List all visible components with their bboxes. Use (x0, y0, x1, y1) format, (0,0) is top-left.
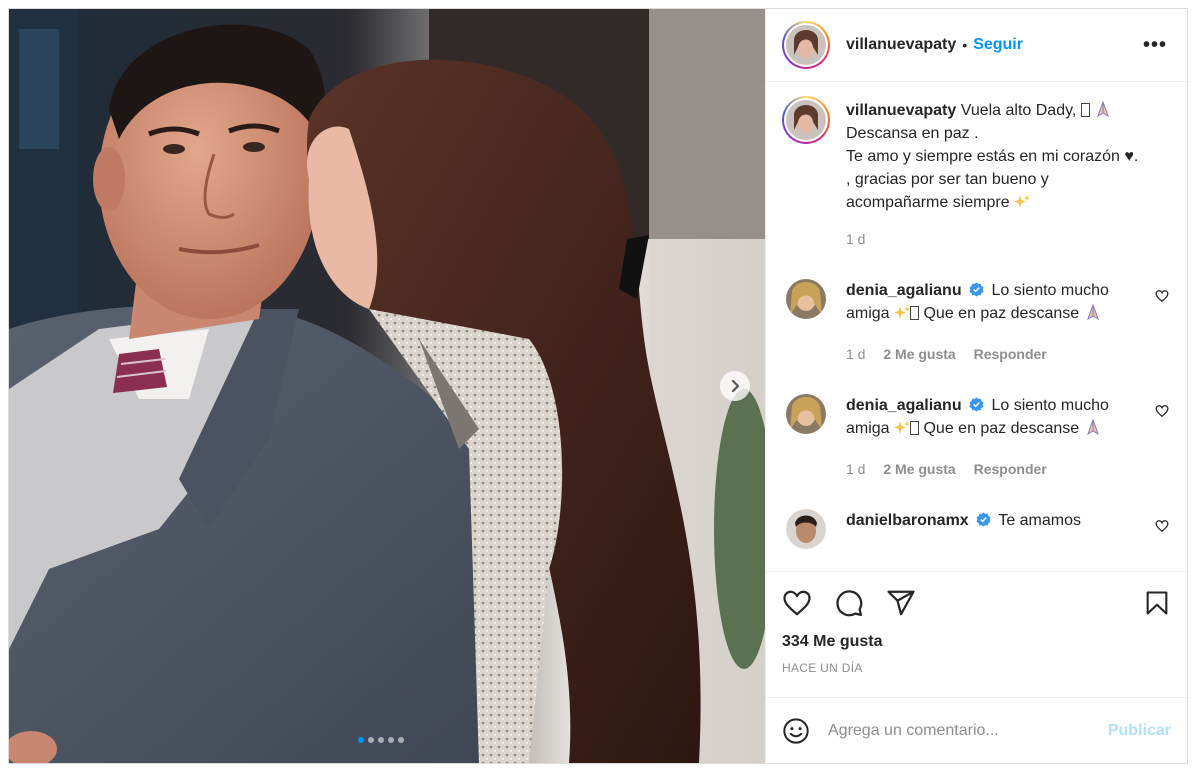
verified-icon (969, 282, 984, 297)
missing-glyph-icon (1080, 103, 1090, 117)
carousel-dot (358, 737, 364, 743)
sparkles-icon (1014, 195, 1031, 208)
verified-icon (969, 397, 984, 412)
caption-text: Vuela alto Dady, (960, 102, 1081, 119)
comment-item: denia_agalianu Lo siento mucho amiga Que… (782, 279, 1171, 366)
publish-button[interactable]: Publicar (1108, 722, 1171, 740)
caption-username[interactable]: villanuevapaty (846, 102, 956, 119)
praying-hands-icon (1086, 303, 1099, 321)
comment-button[interactable] (834, 588, 864, 618)
avatar (786, 25, 826, 65)
sparkles-icon (894, 306, 911, 319)
comment-text: amiga (846, 305, 895, 322)
share-icon (887, 590, 915, 615)
comment-text: amiga (846, 420, 895, 437)
praying-hands-icon (1086, 418, 1099, 436)
heart-icon[interactable] (1155, 289, 1169, 303)
bookmark-icon (1146, 590, 1168, 615)
caption-text: Descansa en paz . (846, 125, 979, 142)
comment-text: Que en paz descanse (919, 420, 1084, 437)
chevron-right-icon (731, 379, 740, 393)
heart-icon[interactable] (1155, 404, 1169, 418)
caption-age[interactable]: 1 d (846, 231, 865, 247)
avatar (786, 100, 826, 140)
comment-icon (836, 589, 863, 616)
comment-text: Que en paz descanse (919, 305, 1084, 322)
comment-username[interactable]: denia_agalianu (846, 397, 962, 414)
separator-dot: • (962, 37, 968, 53)
reply-button[interactable]: Responder (974, 461, 1047, 477)
comments-list[interactable]: villanuevapaty Vuela alto Dady, Descansa… (766, 82, 1187, 571)
carousel-dot (378, 737, 384, 743)
missing-glyph-icon (910, 306, 920, 320)
story-ring[interactable] (782, 21, 830, 69)
caption-text: Te amo y siempre estás en mi corazón ♥. (846, 148, 1139, 165)
avatar[interactable] (786, 394, 826, 434)
comment-input[interactable] (828, 721, 1108, 740)
post-side-panel: villanuevapaty • Seguir ••• villanuevapa… (765, 9, 1187, 763)
carousel-dot (368, 737, 374, 743)
comment-age[interactable]: 1 d (846, 461, 865, 477)
action-bar (766, 571, 1187, 633)
carousel-dot (398, 737, 404, 743)
comment-likes[interactable]: 2 Me gusta (883, 346, 955, 362)
caption-text: , gracias por ser tan bueno y (846, 171, 1049, 188)
comment-item: danielbaronamx Te amamos (782, 509, 1171, 549)
verified-icon (976, 512, 991, 527)
author-username[interactable]: villanuevapaty (846, 36, 956, 54)
like-button[interactable] (782, 588, 812, 618)
comment-likes[interactable]: 2 Me gusta (883, 461, 955, 477)
post-caption: villanuevapaty Vuela alto Dady, Descansa… (782, 96, 1171, 251)
avatar[interactable] (786, 279, 826, 319)
praying-hands-icon (1097, 100, 1110, 118)
sparkles-icon (894, 421, 911, 434)
more-icon[interactable]: ••• (1139, 34, 1171, 57)
follow-button[interactable]: Seguir (973, 36, 1023, 54)
comment-text: Lo siento mucho (991, 282, 1109, 299)
share-button[interactable] (886, 588, 916, 618)
comment-text: Te amamos (998, 512, 1082, 529)
story-ring[interactable] (782, 96, 830, 144)
heart-icon (783, 590, 811, 615)
avatar[interactable] (786, 509, 826, 549)
heart-icon[interactable] (1155, 519, 1169, 533)
add-comment-bar: Publicar (766, 697, 1187, 763)
carousel-indicator (358, 737, 404, 743)
comment-username[interactable]: danielbaronamx (846, 512, 969, 529)
comment-age[interactable]: 1 d (846, 346, 865, 362)
missing-glyph-icon (910, 421, 920, 435)
reply-button[interactable]: Responder (974, 346, 1047, 362)
post-photo[interactable] (9, 9, 765, 763)
comment-username[interactable]: denia_agalianu (846, 282, 962, 299)
post-header: villanuevapaty • Seguir ••• (766, 9, 1187, 82)
save-button[interactable] (1143, 588, 1171, 618)
emoji-icon (783, 717, 809, 744)
photo-image (9, 9, 765, 763)
next-photo-button[interactable] (720, 371, 750, 401)
likes-count[interactable]: 334 Me gusta (766, 633, 1187, 657)
carousel-dot (388, 737, 394, 743)
post-modal: villanuevapaty • Seguir ••• villanuevapa… (8, 8, 1188, 764)
post-timestamp[interactable]: HACE UN DÍA (766, 657, 1187, 697)
emoji-button[interactable] (782, 717, 810, 745)
comment-item: denia_agalianu Lo siento mucho amiga Que… (782, 394, 1171, 481)
caption-text: acompañarme siempre (846, 194, 1015, 211)
comment-text: Lo siento mucho (991, 397, 1109, 414)
